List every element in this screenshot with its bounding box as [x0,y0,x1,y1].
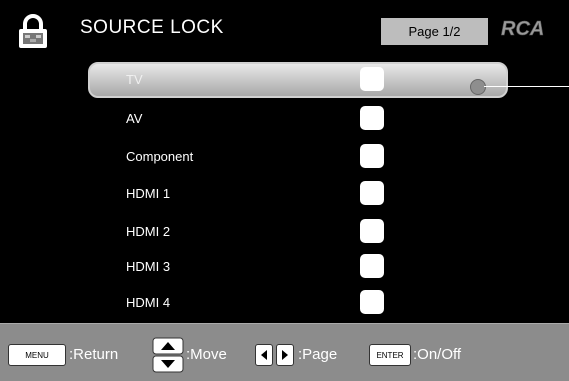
lock-checkbox[interactable] [360,254,384,278]
lock-icon [19,14,47,48]
source-label: HDMI 4 [126,295,171,310]
lock-checkbox[interactable] [360,144,384,168]
list-item[interactable]: HDMI 2 [0,215,569,249]
svg-text:RCA: RCA [501,18,544,38]
lock-checkbox[interactable] [360,106,384,130]
list-item[interactable]: Component [0,140,569,174]
source-label: Component [126,149,194,164]
page-title: SOURCE LOCK [80,17,224,38]
menu-key[interactable]: MENU [8,344,66,366]
list-item[interactable]: AV [0,102,569,136]
lock-checkbox[interactable] [360,290,384,314]
source-label: HDMI 2 [126,224,171,239]
right-arrow-icon[interactable] [276,344,294,366]
source-list: TV AV Component HDMI 1 HDMI 2 HDMI 3 HDM… [0,60,569,320]
lock-checkbox[interactable] [360,181,384,205]
source-lock-screen: SOURCE LOCK Page 1/2 RCA TV AV Component… [0,0,569,381]
enter-hint: :On/Off [413,346,462,363]
list-item[interactable]: HDMI 4 [0,286,569,320]
list-item[interactable]: HDMI 3 [0,250,569,284]
lock-checkbox[interactable] [360,219,384,243]
left-arrow-icon[interactable] [255,344,273,366]
callout-line [484,86,569,87]
source-label: HDMI 3 [126,259,171,274]
enter-key[interactable]: ENTER [369,344,411,366]
page-hint: :Page [298,346,338,363]
footer-hints: MENU :Return :Move :Page ENTER :On/Off [0,323,569,381]
lock-checkbox[interactable] [360,67,384,91]
move-hint: :Move [186,346,227,363]
brand-logo: RCA [501,18,545,38]
header: SOURCE LOCK Page 1/2 RCA [0,0,569,55]
page-indicator: Page 1/2 [381,18,488,45]
source-label: AV [126,111,143,126]
list-item[interactable]: HDMI 1 [0,177,569,211]
source-label: HDMI 1 [126,186,171,201]
slider-knob [470,79,486,95]
menu-hint: :Return [69,346,119,363]
source-label: TV [126,72,143,87]
up-down-arrow-icon[interactable] [152,337,184,373]
